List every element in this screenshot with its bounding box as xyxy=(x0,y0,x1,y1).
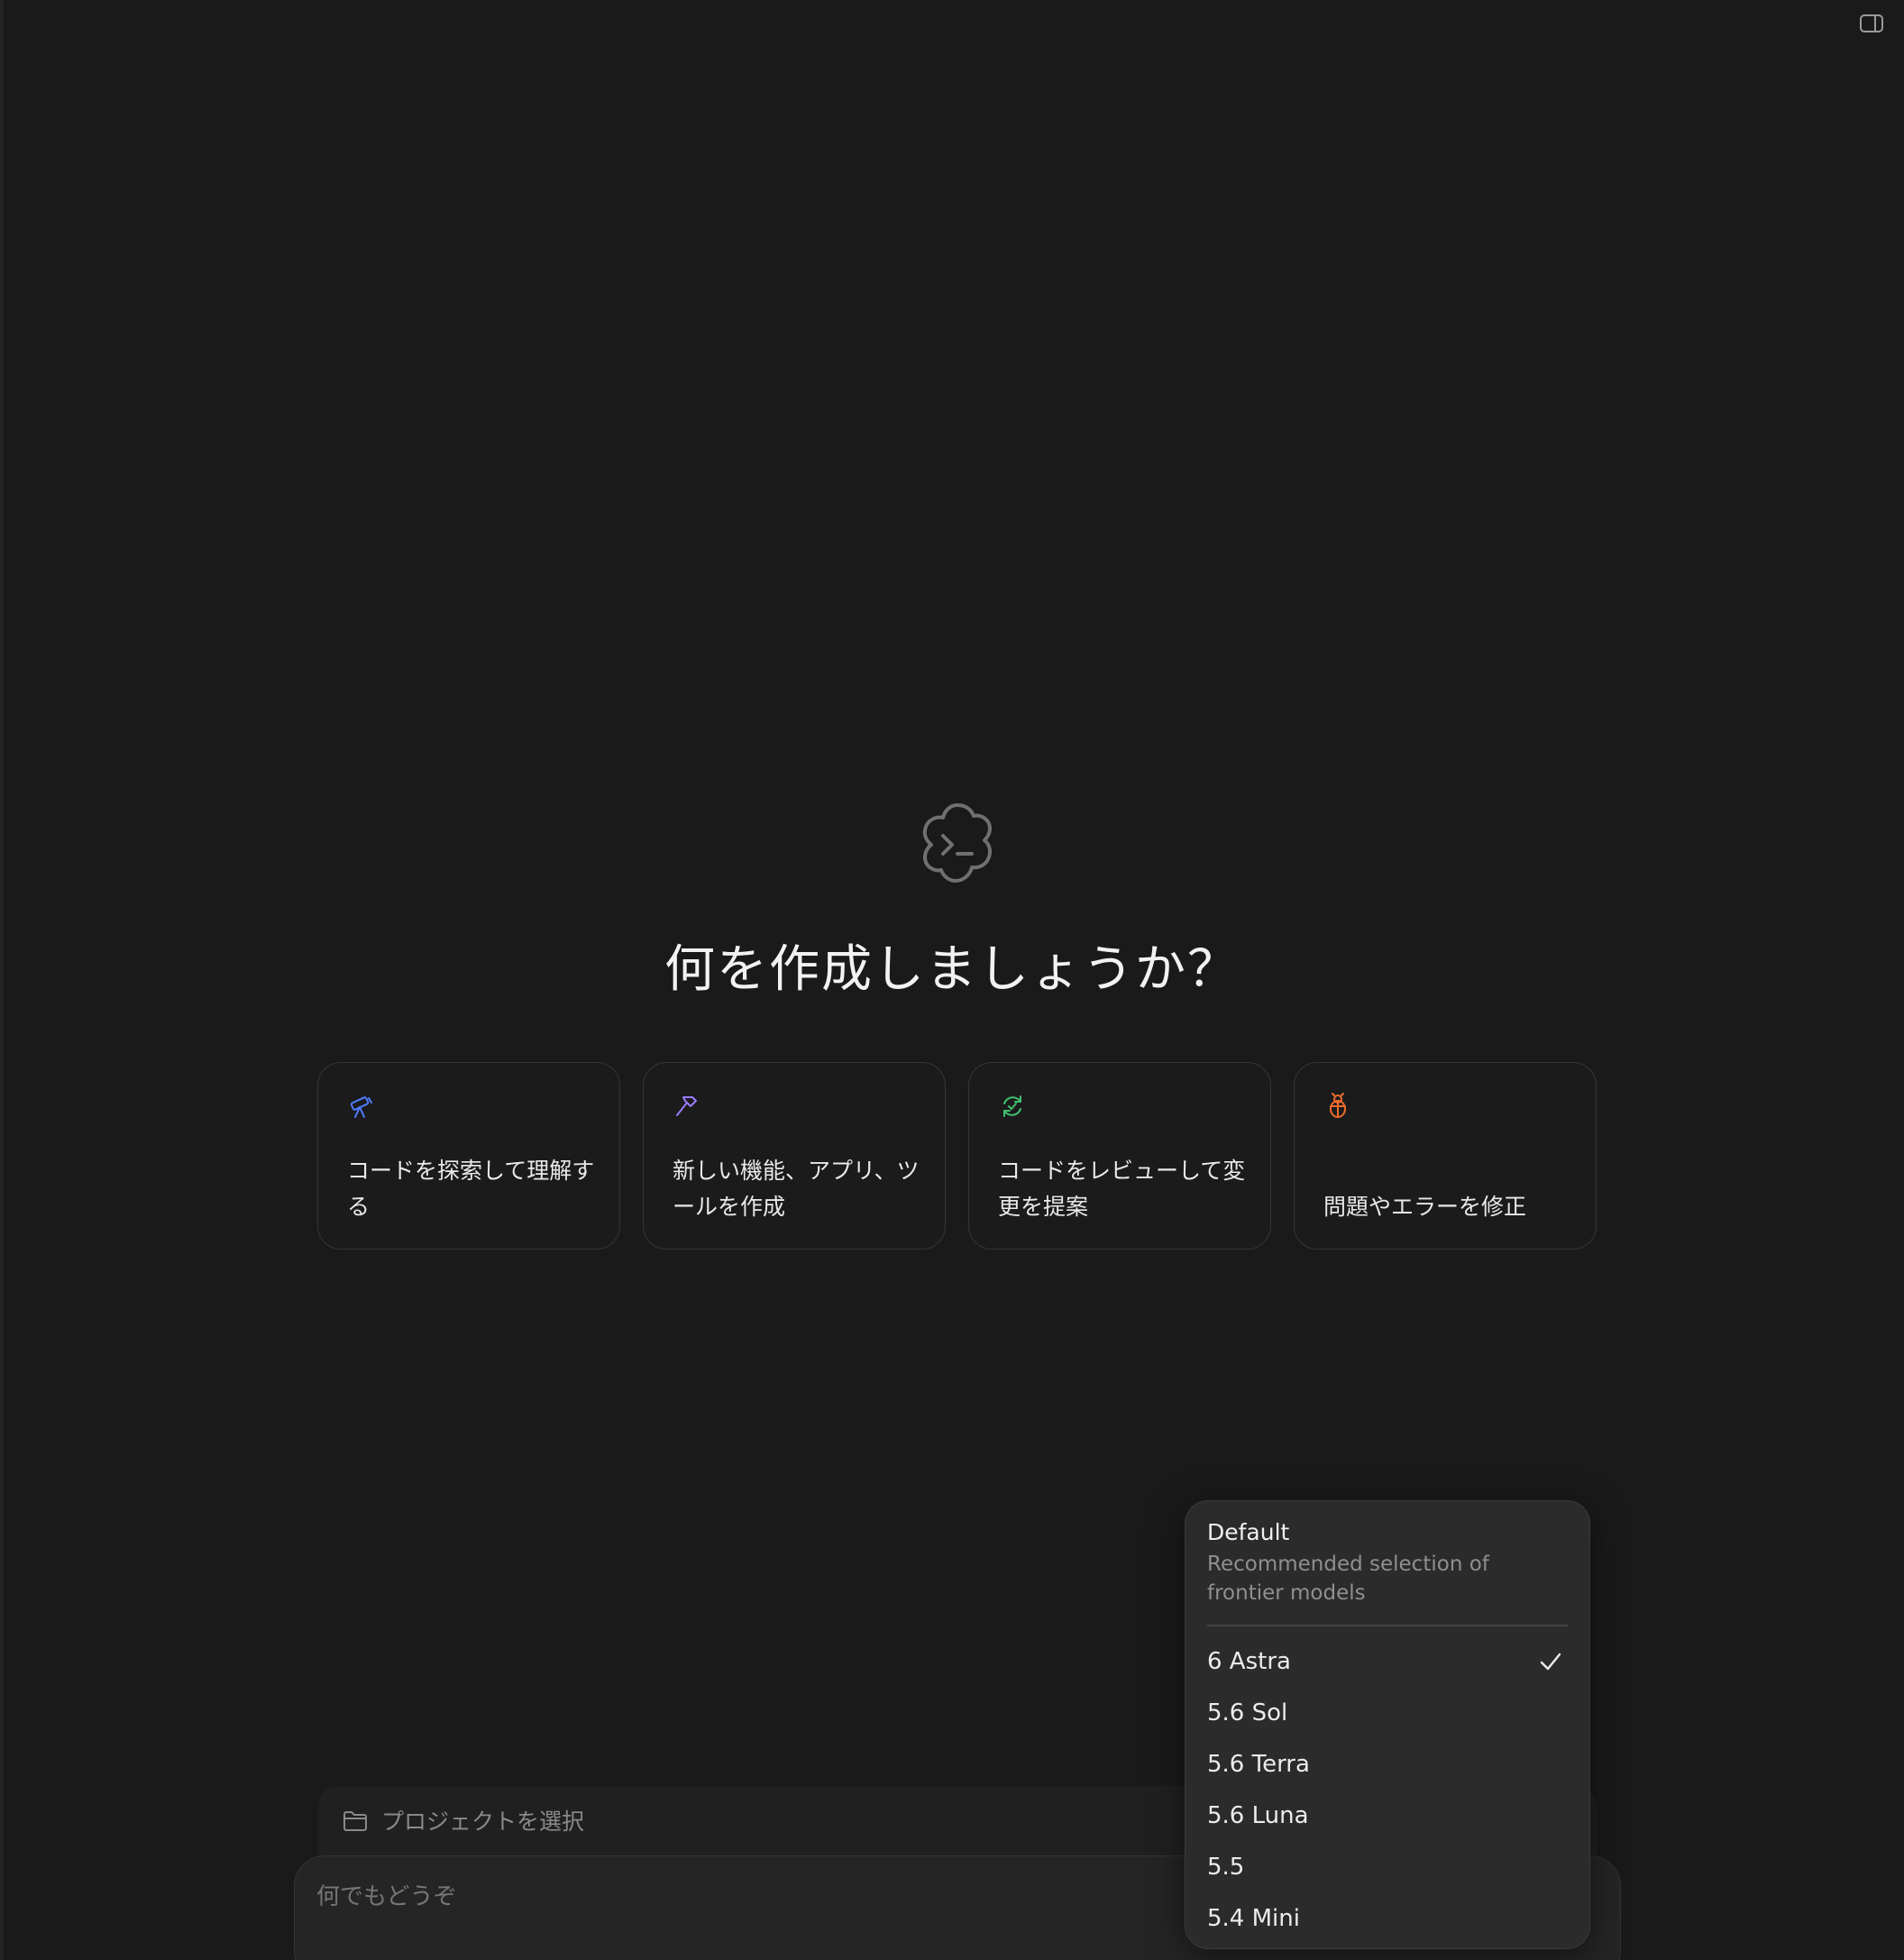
telescope-icon xyxy=(350,1096,372,1118)
menu-default-description: Recommended selection of frontier models xyxy=(1207,1552,1489,1605)
model-option[interactable]: 5.4 Mini xyxy=(1185,1895,1591,1944)
suggestion-card-label: 新しい機能、アプリ、ツールを作成 xyxy=(673,1158,920,1220)
checkmark-icon xyxy=(1540,1653,1561,1671)
project-selector-label: プロジェクトを選択 xyxy=(381,1809,585,1835)
prompt-placeholder: 何でもどうぞ xyxy=(316,1883,457,1910)
suggestion-card-label: コードを探索して理解する xyxy=(347,1158,595,1220)
suggestion-card-build[interactable]: 新しい機能、アプリ、ツールを作成 xyxy=(643,1062,946,1250)
model-option[interactable]: 6 Astra xyxy=(1185,1638,1591,1687)
app-logo-icon xyxy=(922,803,993,883)
suggestion-card-explore[interactable]: コードを探索して理解する xyxy=(317,1062,620,1250)
sidebar-toggle-icon xyxy=(1860,14,1883,32)
suggestion-card-label: コードをレビューして変更を提案 xyxy=(998,1158,1246,1220)
model-option[interactable]: 5.6 Luna xyxy=(1185,1792,1591,1841)
model-option-label: 6 Astra xyxy=(1207,1648,1291,1675)
model-option-label: 5.6 Luna xyxy=(1207,1802,1309,1829)
suggestion-card-review[interactable]: コードをレビューして変更を提案 xyxy=(968,1062,1271,1250)
model-option-label: 5.6 Sol xyxy=(1207,1699,1288,1726)
page-title: 何を作成しましょうか？ xyxy=(664,940,1240,999)
suggestion-card-label: 問題やエラーを修正 xyxy=(1323,1194,1527,1220)
model-selector-menu: Default Recommended selection of frontie… xyxy=(1185,1500,1590,1949)
folder-icon xyxy=(343,1811,367,1831)
menu-divider xyxy=(1207,1625,1568,1626)
model-option-label: 5.5 xyxy=(1207,1854,1245,1881)
app-window: 何を作成しましょうか？ コードを探索して理解する 新しい機能、アプリ、ツールを作… xyxy=(0,0,1904,1960)
sidebar-toggle-button[interactable] xyxy=(1858,12,1885,35)
hammer-icon xyxy=(676,1096,697,1116)
menu-default-title[interactable]: Default xyxy=(1207,1519,1289,1545)
model-option[interactable]: 5.5 xyxy=(1185,1844,1591,1892)
suggestion-card-fix[interactable]: 問題やエラーを修正 xyxy=(1294,1062,1597,1250)
model-option-label: 5.6 Terra xyxy=(1207,1751,1310,1778)
review-cycle-icon xyxy=(1003,1095,1021,1117)
model-option-label: 5.4 Mini xyxy=(1207,1905,1300,1932)
model-option[interactable]: 5.6 Terra xyxy=(1185,1741,1591,1790)
bug-icon xyxy=(1330,1093,1346,1118)
model-option[interactable]: 5.6 Sol xyxy=(1185,1690,1591,1738)
